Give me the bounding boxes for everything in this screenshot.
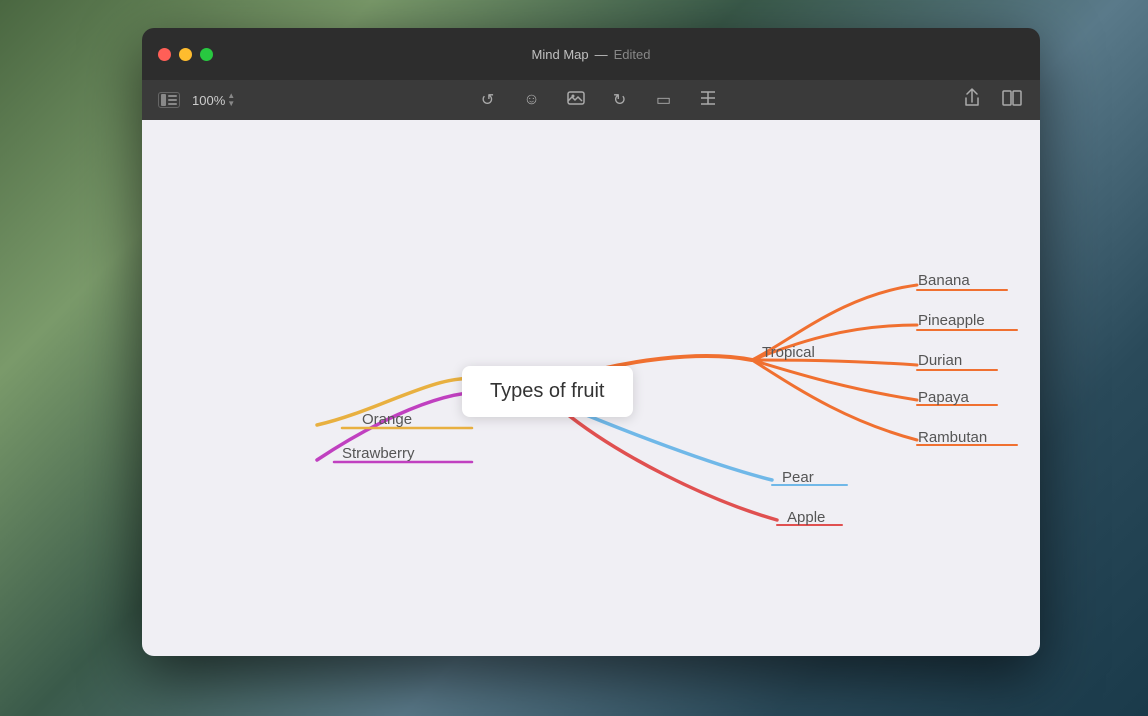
svg-text:Tropical: Tropical: [762, 344, 815, 361]
traffic-lights: [158, 48, 213, 61]
window-title: Mind Map: [532, 47, 589, 62]
canvas-area[interactable]: Orange Strawberry Tropical Banana Pineap…: [142, 120, 1040, 656]
zoom-stepper[interactable]: ▲ ▼: [227, 92, 235, 108]
toolbar-right: [960, 88, 1024, 113]
image-icon[interactable]: [564, 91, 588, 110]
titlebar: Mind Map — Edited: [142, 28, 1040, 80]
svg-text:Papaya: Papaya: [918, 389, 970, 406]
share-icon[interactable]: [960, 88, 984, 113]
toolbar-left: 100% ▲ ▼: [158, 92, 235, 108]
zoom-down-icon[interactable]: ▼: [227, 100, 235, 108]
redo-icon[interactable]: ↻: [608, 90, 632, 110]
svg-text:Orange: Orange: [362, 411, 412, 428]
title-area: Mind Map — Edited: [532, 47, 651, 62]
svg-text:Pear: Pear: [782, 469, 814, 486]
title-separator: —: [595, 47, 608, 62]
zoom-control[interactable]: 100% ▲ ▼: [192, 92, 235, 108]
svg-text:Rambutan: Rambutan: [918, 429, 987, 446]
layout-icon[interactable]: [696, 91, 720, 110]
toolbar-center: ↺ ☺ ↻ ▭: [243, 90, 952, 110]
undo-icon[interactable]: ↺: [476, 90, 500, 110]
toolbar: 100% ▲ ▼ ↺ ☺ ↻ ▭: [142, 80, 1040, 120]
sidebar-toggle-button[interactable]: [158, 92, 180, 108]
shape-icon[interactable]: ▭: [652, 90, 676, 110]
center-node[interactable]: Types of fruit: [462, 366, 633, 417]
emoji-icon[interactable]: ☺: [520, 91, 544, 109]
svg-text:Apple: Apple: [787, 509, 825, 526]
close-button[interactable]: [158, 48, 171, 61]
maximize-button[interactable]: [200, 48, 213, 61]
svg-text:Durian: Durian: [918, 352, 962, 369]
minimize-button[interactable]: [179, 48, 192, 61]
zoom-value: 100%: [192, 93, 225, 108]
app-window: Mind Map — Edited 100% ▲ ▼: [142, 28, 1040, 656]
svg-text:Pineapple: Pineapple: [918, 312, 985, 329]
inspector-icon[interactable]: [1000, 90, 1024, 111]
center-node-label: Types of fruit: [490, 380, 605, 402]
svg-text:Banana: Banana: [918, 272, 970, 289]
window-status: Edited: [614, 47, 651, 62]
svg-text:Strawberry: Strawberry: [342, 445, 415, 462]
